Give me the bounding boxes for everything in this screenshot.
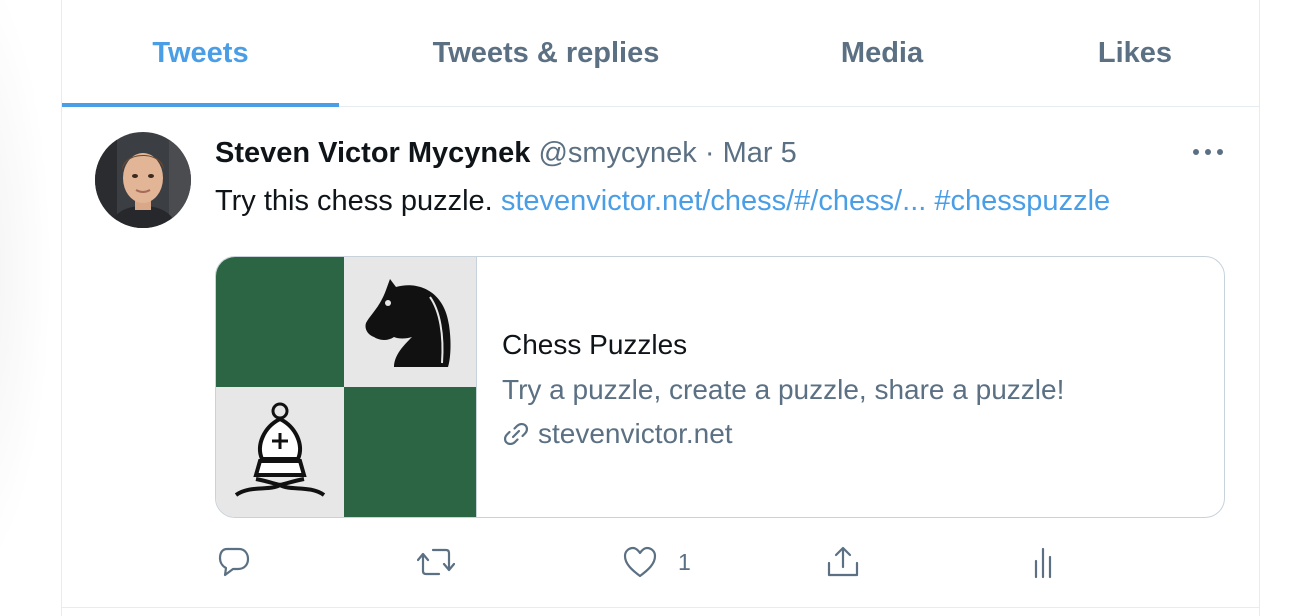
- tweet[interactable]: Steven Victor Mycynek @smycynek · Mar 5 …: [62, 107, 1259, 608]
- author-handle[interactable]: @smycynek: [538, 137, 696, 169]
- profile-timeline-column: Tweets Tweets & replies Media Likes Stev…: [61, 0, 1260, 616]
- reply-button[interactable]: [217, 542, 251, 582]
- tab-label: Tweets: [152, 36, 249, 69]
- page-background-edge: [0, 0, 60, 616]
- card-description: Try a puzzle, create a puzzle, share a p…: [502, 374, 1065, 405]
- analytics-icon: [1034, 547, 1052, 579]
- card-title: Chess Puzzles: [502, 329, 688, 360]
- tweet-link[interactable]: stevenvictor.net/chess/#/chess/...: [501, 185, 927, 217]
- header-separator: ·: [704, 137, 715, 169]
- tweet-header: Steven Victor Mycynek @smycynek · Mar 5: [215, 137, 797, 170]
- card-info: Chess Puzzles Try a puzzle, create a puz…: [502, 329, 1064, 450]
- tweet-text: Try this chess puzzle. stevenvictor.net/…: [215, 185, 1110, 218]
- tab-tweets-and-replies[interactable]: Tweets & replies: [339, 0, 753, 106]
- card-domain: stevenvictor.net: [538, 418, 733, 449]
- link-preview-card[interactable]: Chess Puzzles Try a puzzle, create a puz…: [215, 256, 1225, 518]
- tab-media[interactable]: Media: [753, 0, 1011, 106]
- tab-label: Tweets & replies: [432, 36, 660, 69]
- share-icon: [827, 546, 859, 577]
- card-domain-row: stevenvictor.net: [502, 418, 1064, 450]
- reply-icon: [218, 547, 250, 577]
- tab-likes[interactable]: Likes: [1011, 0, 1259, 106]
- tweet-body: Try this chess puzzle.: [215, 185, 493, 217]
- card-image: [216, 257, 477, 517]
- more-options-button[interactable]: [1188, 137, 1228, 167]
- avatar-portrait-image: [95, 132, 191, 228]
- heart-icon: [623, 546, 657, 578]
- tab-label: Likes: [1097, 36, 1173, 69]
- tweet-date[interactable]: Mar 5: [723, 137, 797, 169]
- like-button[interactable]: 1: [622, 542, 691, 582]
- retweet-icon: [417, 548, 455, 576]
- share-button[interactable]: [825, 542, 861, 582]
- like-count: 1: [678, 548, 691, 575]
- analytics-button[interactable]: [1032, 542, 1060, 582]
- tab-tweets[interactable]: Tweets: [62, 0, 339, 107]
- author-name[interactable]: Steven Victor Mycynek: [215, 137, 530, 169]
- hashtag-link[interactable]: #chesspuzzle: [934, 185, 1110, 217]
- avatar[interactable]: [95, 132, 191, 228]
- more-icon: [1193, 149, 1223, 155]
- tab-label: Media: [840, 36, 924, 69]
- retweet-button[interactable]: [417, 542, 455, 582]
- chessboard-image: [216, 257, 476, 517]
- profile-tabs: Tweets Tweets & replies Media Likes: [62, 0, 1259, 107]
- link-icon: [503, 422, 529, 446]
